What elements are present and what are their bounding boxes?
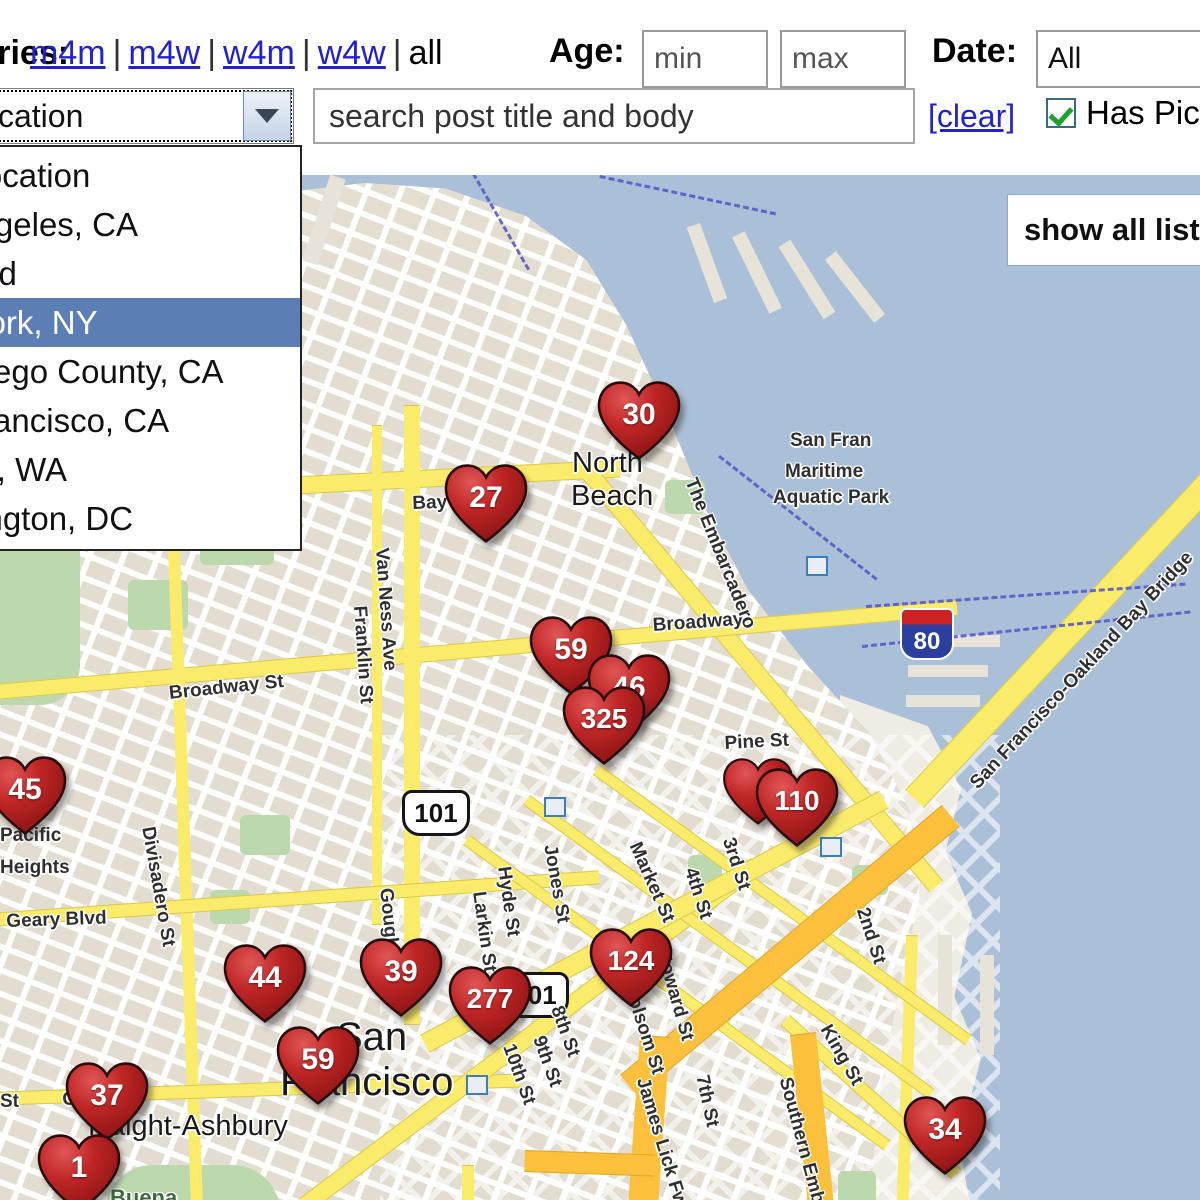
map-marker-heart[interactable]: 277 (447, 965, 533, 1049)
transit-icon-1 (806, 556, 828, 576)
location-option[interactable]: San Diego County, CA (0, 347, 300, 396)
age-max-placeholder: max (792, 42, 849, 75)
search-input[interactable]: search post title and body (313, 88, 915, 144)
map-marker-heart[interactable]: 45 (0, 755, 68, 839)
route-shield-101-north: 101 (402, 790, 470, 836)
map-place-label: Beach (571, 480, 654, 512)
location-option[interactable]: go to location (0, 151, 300, 200)
age-max-input[interactable]: max (780, 30, 906, 88)
park-green-1 (240, 815, 290, 855)
map-marker-heart[interactable]: 1 (36, 1133, 122, 1200)
map-marker-heart[interactable]: 44 (222, 943, 308, 1027)
category-link-m4m[interactable]: m4m (30, 34, 106, 72)
map-place-label: Aquatic Park (773, 487, 890, 508)
map-street-label: Heights (0, 857, 70, 878)
location-option[interactable]: Los Angeles, CA (0, 200, 300, 249)
location-option[interactable]: Seattle, WA (0, 445, 300, 494)
transit-icon-5 (466, 1075, 488, 1095)
transit-icon-3 (544, 797, 566, 817)
map-marker-heart[interactable]: 27 (443, 463, 529, 547)
category-separator-3: | (301, 34, 311, 72)
map-marker-heart[interactable]: 39 (358, 937, 444, 1021)
map-marker-heart[interactable]: 30 (596, 380, 682, 464)
map-place-label: San Fran (790, 430, 872, 451)
date-select[interactable]: All (1036, 30, 1200, 88)
map-street-label: St (0, 1091, 19, 1112)
category-link-m4w[interactable]: m4w (128, 34, 200, 72)
map-marker-heart[interactable]: 124 (588, 927, 674, 1011)
pier-11 (906, 695, 980, 707)
has-pic-checkbox[interactable] (1046, 98, 1076, 128)
location-dropdown-list[interactable]: go to locationLos Angeles, CAOaklandNew … (0, 145, 302, 551)
road-101-connector (524, 1150, 655, 1177)
map-marker-heart[interactable]: 325 (561, 685, 647, 769)
category-separator-2: | (207, 34, 217, 72)
has-pic-label: Has Pic (1086, 94, 1200, 131)
chevron-down-icon[interactable] (243, 91, 291, 141)
category-links: m4m | m4w | w4m | w4w | all (30, 34, 443, 73)
date-value: All (1048, 42, 1082, 75)
route-shield-i80: 80 (900, 608, 954, 660)
pier-10 (908, 665, 988, 677)
category-separator-4: | (392, 34, 402, 72)
location-option[interactable]: San Francisco, CA (0, 396, 300, 445)
map-marker-heart[interactable]: 34 (902, 1095, 988, 1179)
pier-13 (980, 955, 994, 1055)
filter-row-bottom: go to location search post title and bod… (0, 88, 1200, 148)
category-link-w4m[interactable]: w4m (223, 34, 295, 72)
age-min-placeholder: min (654, 42, 703, 75)
clear-link[interactable]: [clear] (928, 98, 1015, 135)
age-label: Age: (549, 32, 625, 70)
location-select-value: go to location (0, 97, 84, 134)
location-option[interactable]: Washington, DC (0, 494, 300, 543)
category-link-w4w[interactable]: w4w (318, 34, 386, 72)
park-green-6 (838, 1171, 876, 1200)
age-min-input[interactable]: min (642, 30, 768, 88)
location-select[interactable]: go to location (0, 88, 294, 144)
search-placeholder: search post title and body (329, 97, 694, 134)
category-link-all[interactable]: all (409, 34, 443, 72)
map-street-label: Pine St (724, 729, 790, 754)
map-place-label: Maritime (785, 461, 864, 482)
road-mission-st (462, 1165, 474, 1200)
page-root: Categories: m4m|m4w|w4m|w4w|all Age: min… (0, 0, 1200, 1200)
filter-row-top: Categories: m4m|m4w|w4m|w4w|all Age: min… (0, 14, 1200, 88)
location-option[interactable]: Oakland (0, 249, 300, 298)
category-separator-1: | (112, 34, 122, 72)
date-label: Date: (932, 32, 1018, 70)
has-pic-checkbox-group[interactable]: Has Pic (1046, 94, 1200, 132)
show-all-listings-label: show all listings (1024, 212, 1200, 247)
map-marker-heart[interactable]: 59 (275, 1025, 361, 1109)
map-street-label: Geary Blvd (6, 907, 107, 932)
show-all-listings-button[interactable]: show all listings (1007, 194, 1200, 266)
location-option[interactable]: New York, NY (0, 298, 300, 347)
map-marker-heart[interactable]: 110 (754, 767, 840, 851)
